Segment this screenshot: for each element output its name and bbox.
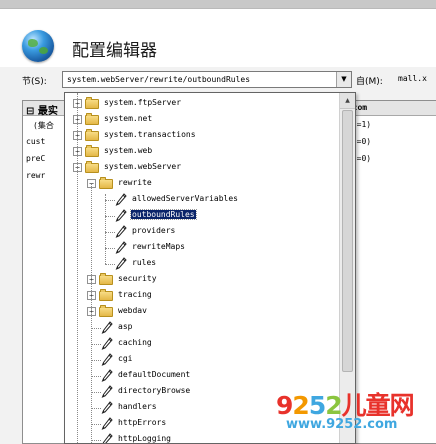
property-pen-icon [115,241,127,255]
tree-node-label[interactable]: system.web [103,146,153,155]
globe-icon [22,30,54,62]
page-title: 配置编辑器 [72,41,157,61]
tree-connector-line [91,376,101,377]
watermark-url: www.9252.com [286,417,398,432]
tree-node-label[interactable]: system.webServer [103,162,182,171]
tree-connector-line [105,194,106,264]
property-pen-icon [101,337,113,351]
tree-connector-line [105,264,115,265]
tree-node-label[interactable]: webdav [117,306,148,315]
tree-connector-line [91,184,92,443]
tree-connector-line [91,440,101,441]
section-combo-value: system.webServer/rewrite/outboundRules [67,75,251,84]
property-pen-icon [101,385,113,399]
grid-row-label: (集合 [33,121,54,130]
tree-node-label[interactable]: outboundRules [130,209,197,220]
folder-icon [85,161,99,173]
tree-node-label[interactable]: providers [131,226,176,235]
tree-node-label[interactable]: rules [131,258,157,267]
tree-connector-line [91,424,101,425]
tree-node-label[interactable]: defaultDocument [117,370,191,379]
folder-icon [99,289,113,301]
tree-node-label[interactable]: system.ftpServer [103,98,182,107]
watermark-glyph: 2 [292,391,309,420]
tree-node-label[interactable]: cgi [117,354,133,363]
grid-header-left[interactable]: ⊟ 最实 [26,102,58,117]
tree-node-label[interactable]: rewriteMaps [131,242,186,251]
tree-connector-line [91,328,101,329]
property-pen-icon [115,257,127,271]
tree-node-label[interactable]: tracing [117,290,153,299]
section-label: 节(S): [22,77,47,87]
tree-connector-line [91,392,101,393]
tree-node-label[interactable]: handlers [117,402,158,411]
property-pen-icon [101,321,113,335]
tree-node-label[interactable]: allowedServerVariables [131,194,239,203]
folder-icon [99,177,113,189]
property-pen-icon [101,417,113,431]
tree-connector-line [105,200,115,201]
scroll-thumb[interactable] [342,110,353,372]
property-pen-icon [101,369,113,383]
tree-connector-line [77,93,78,443]
folder-icon [85,97,99,109]
window-top-strip [0,0,436,9]
folder-icon [99,305,113,317]
property-pen-icon [115,225,127,239]
section-row: 节(S): system.webServer/rewrite/outboundR… [0,70,436,90]
watermark-glyph: 5 [308,391,326,420]
from-value[interactable]: mall.x [398,74,427,83]
tree-connector-line [105,248,115,249]
tree-connector-line [91,360,101,361]
tree-connector-line [91,344,101,345]
grid-header-left-text: 最实 [37,106,58,117]
watermark-glyph: 9 [276,391,293,420]
tree-node-label[interactable]: asp [117,322,133,331]
property-pen-icon [115,193,127,207]
watermark-glyph: 2 [325,391,342,420]
tree-connector-line [105,216,115,217]
scroll-up-icon[interactable]: ▲ [340,93,355,109]
tree-node-label[interactable]: directoryBrowse [117,386,191,395]
property-pen-icon [101,401,113,415]
tree-node-label[interactable]: system.transactions [103,130,197,139]
folder-icon [85,113,99,125]
chevron-down-icon[interactable]: ▼ [336,72,351,87]
tree-node-label[interactable]: httpErrors [117,418,167,427]
property-pen-icon [115,209,127,223]
property-pen-icon [101,433,113,443]
grid-row-label: cust [26,137,46,146]
tree-node-label[interactable]: system.net [103,114,153,123]
tree-node-label[interactable]: caching [117,338,153,347]
header-panel [0,9,436,67]
grid-row-label: rewr [26,171,46,180]
folder-icon [99,273,113,285]
tree-connector-line [91,408,101,409]
from-label: 自(M): [356,77,383,87]
tree-node-label[interactable]: security [117,274,158,283]
tree-node-label[interactable]: rewrite [117,178,153,187]
grid-row-label: preC [26,154,46,163]
tree-node-label[interactable]: httpLogging [117,434,172,443]
property-pen-icon [101,353,113,367]
watermark-glyph: 儿童网 [341,391,415,420]
tree-connector-line [105,232,115,233]
folder-icon [85,145,99,157]
section-combo[interactable]: system.webServer/rewrite/outboundRules ▼ [62,71,352,88]
folder-icon [85,129,99,141]
